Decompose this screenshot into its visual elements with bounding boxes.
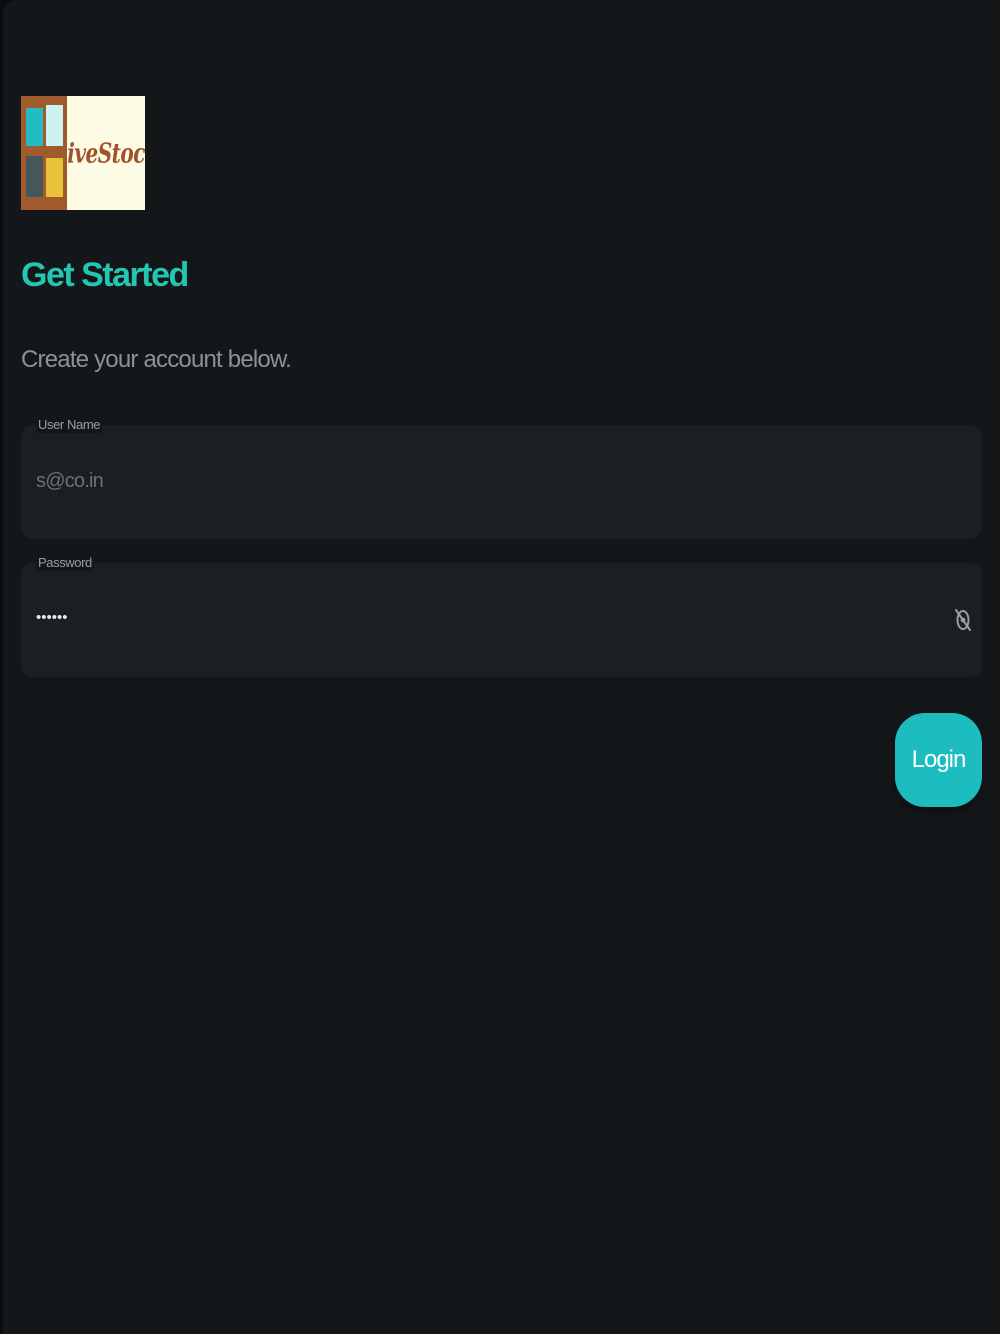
logo-tile [46,105,63,146]
logo-tile [46,158,63,197]
logo-text-box: LiveStock [67,96,145,210]
username-field[interactable]: User Name [21,417,982,539]
logo-tile [26,156,43,197]
login-button[interactable]: Login [895,713,982,807]
page-subtitle: Create your account below. [21,346,292,373]
app-screen: LiveStock Get Started Create your accoun… [3,0,1000,1334]
logo-tile [26,108,43,146]
username-label: User Name [36,417,103,433]
username-input[interactable] [36,463,916,499]
password-input[interactable] [36,599,916,635]
logo-text: LiveStock [67,136,145,170]
eye-off-icon[interactable] [950,606,976,634]
logo-window-graphic [21,96,67,210]
page-title: Get Started [21,256,189,294]
password-label: Password [36,555,94,571]
livestock-logo: LiveStock [21,96,145,210]
password-field[interactable]: Password [21,555,982,677]
